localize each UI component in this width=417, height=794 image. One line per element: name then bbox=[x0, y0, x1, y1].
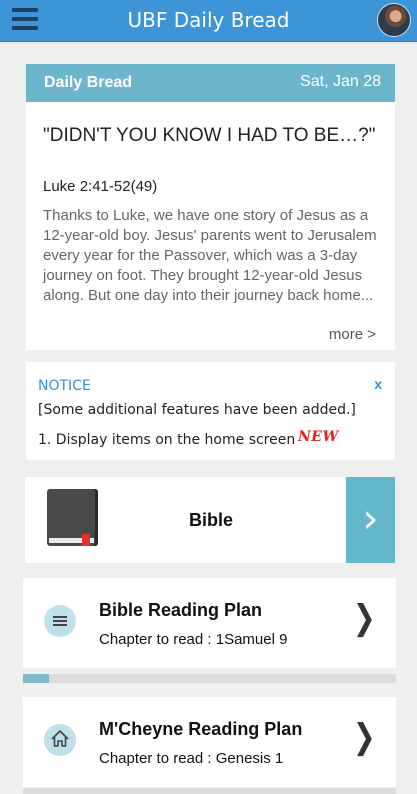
new-badge: NEW bbox=[298, 429, 339, 445]
chevron-right-icon[interactable]: ❯ bbox=[352, 717, 375, 757]
notice-close-button[interactable]: x bbox=[374, 376, 382, 392]
daily-bread-card[interactable]: Daily Bread Sat, Jan 28 "DIDN'T YOU KNOW… bbox=[26, 64, 395, 350]
bible-open-button[interactable]: › bbox=[346, 477, 395, 563]
app-bar: UBF Daily Bread bbox=[0, 0, 417, 42]
notice-item: 1. Display items on the home screen bbox=[38, 432, 296, 448]
plan-name: Bible Reading Plan bbox=[99, 600, 263, 620]
daily-bread-excerpt: Thanks to Luke, we have one story of Jes… bbox=[43, 207, 377, 304]
more-link[interactable]: more > bbox=[329, 326, 376, 343]
bible-book-icon bbox=[47, 489, 98, 546]
daily-bread-date: Sat, Jan 28 bbox=[300, 73, 381, 90]
home-icon bbox=[44, 724, 76, 756]
notice-card: NOTICE x [Some additional features have … bbox=[26, 362, 395, 460]
app-title: UBF Daily Bread bbox=[127, 8, 290, 32]
daily-bread-header: Daily Bread Sat, Jan 28 bbox=[26, 64, 395, 102]
avatar[interactable] bbox=[377, 3, 411, 37]
reading-progress-bar bbox=[23, 674, 396, 683]
daily-bread-reference: Luke 2:41-52(49) bbox=[43, 178, 158, 195]
plan-chapter: Chapter to read : Genesis 1 bbox=[99, 750, 284, 767]
daily-bread-title: "DIDN'T YOU KNOW I HAD TO BE…?" bbox=[43, 125, 376, 146]
chevron-right-icon[interactable]: ❯ bbox=[352, 598, 375, 638]
menu-icon[interactable] bbox=[12, 8, 38, 32]
reading-progress-fill bbox=[23, 674, 50, 683]
notice-title: NOTICE bbox=[38, 378, 91, 394]
bible-label: Bible bbox=[189, 510, 234, 530]
list-icon bbox=[44, 605, 76, 637]
plan-name: M'Cheyne Reading Plan bbox=[99, 719, 303, 739]
bible-card[interactable]: Bible › bbox=[25, 477, 395, 563]
bottom-progress-strip bbox=[23, 788, 396, 794]
daily-bread-label: Daily Bread bbox=[44, 74, 133, 91]
plan-chapter: Chapter to read : 1Samuel 9 bbox=[99, 631, 288, 648]
notice-text: [Some additional features have been adde… bbox=[38, 402, 356, 418]
mcheyne-reading-plan-card[interactable]: M'Cheyne Reading Plan Chapter to read : … bbox=[23, 697, 396, 787]
bible-reading-plan-card[interactable]: Bible Reading Plan Chapter to read : 1Sa… bbox=[23, 578, 396, 668]
